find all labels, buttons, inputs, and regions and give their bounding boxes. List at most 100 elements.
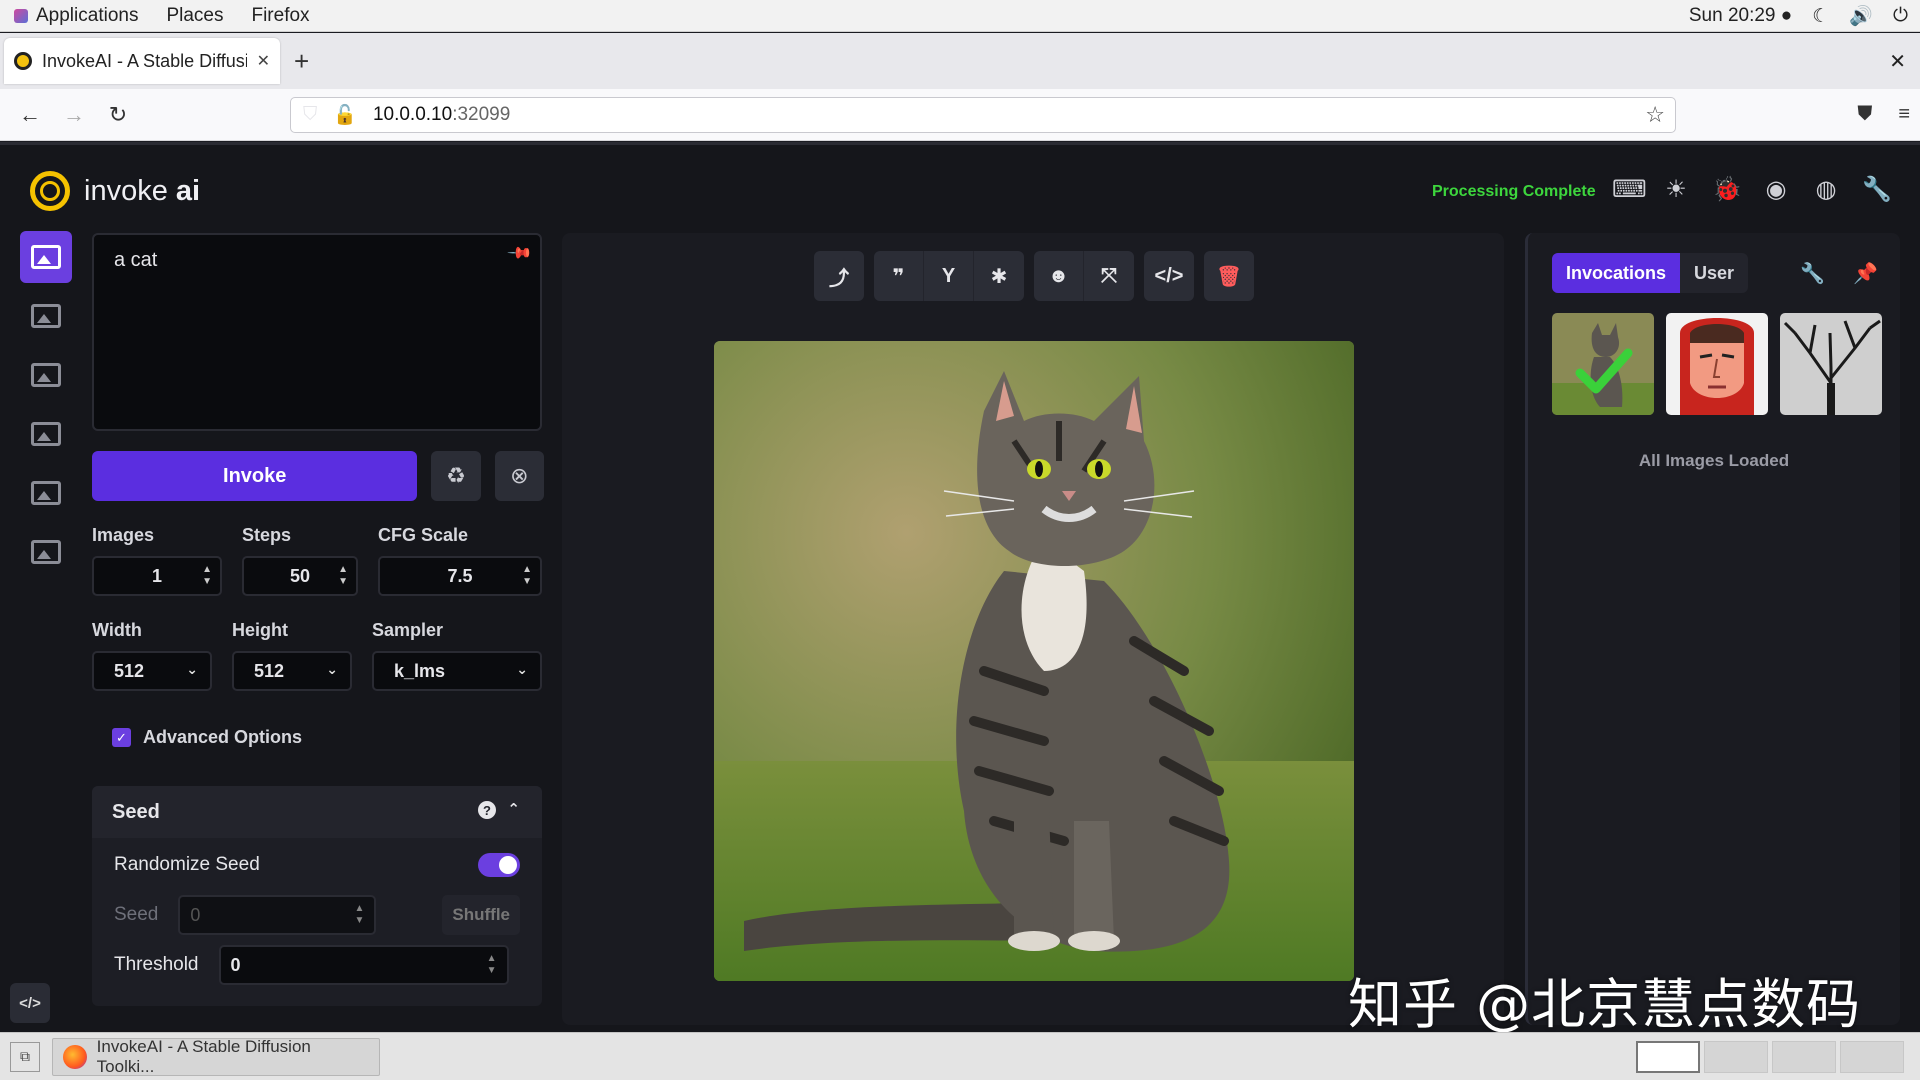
applications-label: Applications — [36, 4, 139, 26]
stepper-icon[interactable]: ▲ ▼ — [338, 564, 348, 588]
threshold-input[interactable]: 0 ▲ ▼ — [218, 945, 509, 985]
keyboard-icon[interactable]: ⌨ — [1612, 175, 1647, 204]
tab-outpainting[interactable] — [20, 408, 72, 460]
browser-tab[interactable]: InvokeAI - A Stable Diffusi ✕ — [4, 38, 280, 84]
steps-input[interactable]: 50 ▲ ▼ — [242, 556, 358, 596]
use-prompt-button[interactable]: ❞ — [874, 251, 924, 301]
github-icon[interactable]: ◉ — [1762, 175, 1790, 204]
invokeai-favicon-icon — [14, 52, 32, 70]
images-label: Images — [92, 525, 155, 545]
power-icon[interactable]: ⏻ — [1893, 5, 1908, 27]
height-select[interactable]: 512 ⌄ — [232, 651, 352, 691]
workspace-1[interactable] — [1636, 1041, 1700, 1073]
taskbar-window-title: InvokeAI - A Stable Diffusion Toolki... — [96, 1036, 311, 1076]
width-select[interactable]: 512 ⌄ — [92, 651, 212, 691]
settings-wrench-icon[interactable]: 🔧 — [1862, 175, 1892, 204]
portrait-thumbnail-image — [1666, 313, 1768, 415]
forward-icon[interactable]: → — [52, 102, 96, 128]
workspace-4[interactable] — [1840, 1041, 1904, 1073]
tree-thumbnail-image — [1780, 313, 1882, 415]
cancel-button[interactable]: ⊗ — [494, 451, 544, 501]
tab-inpainting[interactable] — [20, 349, 72, 401]
logo-bold: ai — [175, 174, 201, 207]
logo-text: invoke — [84, 174, 168, 207]
stepper-icon[interactable]: ▲ ▼ — [202, 564, 212, 588]
sampler-select[interactable]: k_lms ⌄ — [372, 651, 542, 691]
insecure-lock-icon[interactable]: 🔓 — [333, 103, 357, 127]
volume-icon[interactable]: 🔊 — [1849, 4, 1873, 28]
gallery-thumbnail-cat[interactable] — [1552, 313, 1654, 415]
places-menu[interactable]: Places — [152, 5, 237, 27]
randomize-seed-switch[interactable] — [478, 853, 520, 877]
window-close-icon[interactable]: ✕ — [1889, 49, 1906, 74]
prompt-input[interactable]: a cat 📌 — [92, 233, 542, 431]
invoke-button[interactable]: Invoke — [92, 451, 418, 501]
tab-close-icon[interactable]: ✕ — [257, 51, 270, 71]
stepper-icon[interactable]: ▲ ▼ — [487, 953, 497, 977]
url-bar[interactable]: ⛉ 🔓 10.0.0.10:32099 ☆ — [290, 96, 1676, 133]
help-icon[interactable]: ? — [478, 801, 496, 819]
randomize-seed-label: Randomize Seed — [114, 854, 260, 875]
shield-icon[interactable]: ⛉ — [303, 104, 317, 126]
firefox-menu[interactable]: Firefox — [237, 5, 323, 27]
shuffle-button[interactable]: Shuffle — [442, 895, 520, 935]
face-icon: ☻ — [1047, 264, 1070, 287]
tab-postprocessing[interactable] — [20, 526, 72, 578]
generated-cat-image — [714, 341, 1354, 981]
night-mode-icon[interactable]: ☾ — [1812, 5, 1829, 28]
tab-invocations[interactable]: Invocations — [1552, 253, 1681, 293]
tab-text-to-image[interactable] — [20, 231, 72, 283]
gallery-thumbnail-tree[interactable] — [1780, 313, 1882, 415]
applications-menu[interactable]: Applications — [0, 5, 152, 27]
menu-icon[interactable]: ≡ — [1898, 103, 1910, 126]
restore-faces-button[interactable]: ☻ — [1034, 251, 1084, 301]
console-toggle-button[interactable]: </> — [10, 983, 50, 1023]
tab-nodes[interactable] — [20, 467, 72, 519]
bookmark-star-icon[interactable]: ☆ — [1645, 102, 1665, 128]
gallery-pin-icon[interactable]: 📌 — [1853, 261, 1878, 286]
use-all-button[interactable]: ✱ — [974, 251, 1024, 301]
tab-user[interactable]: User — [1680, 253, 1748, 293]
trash-icon: 🗑 — [1216, 265, 1242, 288]
app-logo: invoke ai — [30, 171, 200, 211]
chevron-down-icon: ⌄ — [326, 661, 338, 677]
images-input[interactable]: 1 ▲ ▼ — [92, 556, 222, 596]
workspace-3[interactable] — [1772, 1041, 1836, 1073]
seed-input[interactable]: 0 ▲ ▼ — [178, 895, 377, 935]
pin-icon[interactable]: 📌 — [506, 239, 534, 267]
taskbar-firefox-window[interactable]: InvokeAI - A Stable Diffusion Toolki... — [52, 1036, 380, 1076]
seed-accordion-header[interactable]: Seed ? ⌃ — [92, 786, 542, 838]
gallery-settings-wrench-icon[interactable]: 🔧 — [1800, 261, 1825, 286]
back-icon[interactable]: ← — [8, 102, 52, 128]
app-header: invoke ai Processing Complete ⌨ ☀ 🐞 ◉ ◍ … — [0, 145, 1920, 231]
checkbox-checked-icon[interactable]: ✓ — [112, 728, 131, 747]
show-desktop-icon[interactable]: ⧉ — [10, 1041, 40, 1072]
gallery-thumbnail-portrait[interactable] — [1666, 313, 1768, 415]
stepper-icon[interactable]: ▲ ▼ — [354, 903, 364, 927]
clock[interactable]: Sun 20:29 ● — [1689, 5, 1792, 27]
cfg-scale-input[interactable]: 7.5 ▲ ▼ — [378, 556, 542, 596]
stepper-icon[interactable]: ▲ ▼ — [522, 564, 532, 588]
tab-image-to-image[interactable] — [20, 290, 72, 342]
new-tab-icon[interactable]: + — [294, 46, 309, 77]
firefox-icon — [63, 1044, 87, 1069]
advanced-options-toggle[interactable]: ✓ Advanced Options — [112, 727, 544, 748]
image-details-button[interactable]: </> — [1144, 251, 1194, 301]
theme-sun-icon[interactable]: ☀ — [1662, 175, 1690, 204]
code-icon: </> — [1154, 264, 1184, 287]
reload-icon[interactable]: ↻ — [96, 102, 140, 128]
prompt-text: a cat — [114, 249, 158, 271]
seed-section-title: Seed — [112, 800, 160, 823]
share-button[interactable]: ⤴ — [814, 251, 864, 301]
chevron-up-icon[interactable]: ⌃ — [507, 800, 520, 818]
loopback-button[interactable]: ♻ — [431, 451, 481, 501]
seed-accordion: Seed ? ⌃ Randomize Seed Seed 0 ▲ ▼ Shuffl… — [92, 786, 542, 1006]
cancel-circle-icon: ⊗ — [510, 463, 529, 488]
workspace-2[interactable] — [1704, 1041, 1768, 1073]
discord-icon[interactable]: ◍ — [1812, 175, 1840, 204]
bug-icon[interactable]: 🐞 — [1712, 175, 1742, 204]
use-seed-button[interactable]: Y — [924, 251, 974, 301]
pocket-icon[interactable]: ⛊ — [1857, 103, 1872, 126]
delete-image-button[interactable]: 🗑 — [1204, 251, 1254, 301]
upscale-button[interactable]: ⤧ — [1084, 251, 1134, 301]
